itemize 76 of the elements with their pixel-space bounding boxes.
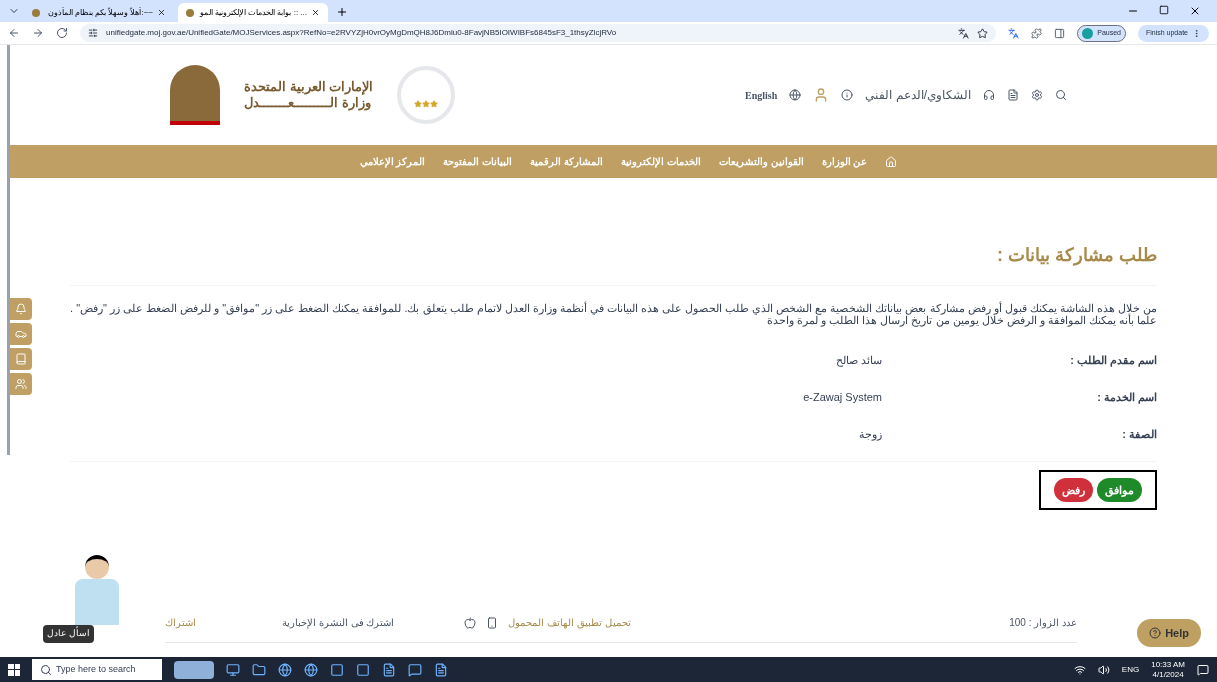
headset-icon[interactable]	[983, 89, 995, 101]
description-text: من خلال هذه الشاشة يمكنك قبول أو رفض مشاركة بعض بياناتك الشخصية مع الشخص الذي طلب الحصول على هذه البيانات في أنظمة وزارة العدل لاتمام طلب يتعلق بك. للموافقة يمكنك الضغط على زر "موافق" و للرفض الضغط على زر "رفض" . علما بأنه يمكنك الموافقة و الرفض خلال يومين من تاريخ ارسال هذا الطلب و لمرة واحدة	[70, 302, 1157, 326]
clock-date[interactable]: 4/1/2024	[1152, 669, 1184, 680]
award-logo-drawing	[397, 66, 456, 124]
forward-icon[interactable]	[32, 27, 44, 39]
field-value: زوجة	[859, 427, 882, 443]
translate-icon[interactable]	[958, 27, 970, 39]
field-label: اسم الخدمة :	[1096, 390, 1157, 406]
apple-icon[interactable]	[464, 616, 477, 629]
help-button[interactable]: Help	[1137, 619, 1201, 647]
taskbar-app-icon[interactable]	[408, 662, 422, 677]
book-icon	[15, 353, 27, 365]
extensions-icon[interactable]	[1031, 27, 1043, 39]
volume-icon[interactable]	[1097, 663, 1110, 676]
visitor-count: عدد الزوار : 100	[1009, 616, 1077, 630]
logo-text: الإمارات العربية المتحدة	[244, 78, 374, 95]
restore-icon[interactable]	[1159, 5, 1169, 15]
site-favicon-icon	[32, 8, 40, 17]
taskbar-app-icon[interactable]	[252, 662, 266, 677]
search-icon	[40, 663, 52, 676]
browser-tab[interactable]: ~~:أهلاً وسهلاً بكم بنظام المأذون	[24, 3, 174, 22]
bell-icon	[15, 303, 27, 315]
reject-button[interactable]: رفض	[1054, 478, 1093, 502]
site-favicon-icon	[186, 8, 194, 17]
taskbar-search-field[interactable]: Type here to search	[32, 659, 162, 680]
field-value: سائد صالح	[835, 353, 882, 369]
input-language[interactable]: ENG	[1121, 663, 1140, 676]
settings-icon[interactable]	[1031, 89, 1043, 101]
taskbar-app-icon[interactable]	[434, 662, 448, 677]
field-label: اسم مقدم الطلب :	[1069, 353, 1157, 369]
new-tab-icon[interactable]	[336, 6, 348, 18]
close-icon[interactable]	[311, 8, 320, 17]
back-icon[interactable]	[8, 27, 20, 39]
assistant-label[interactable]: اسأل عادل	[43, 625, 94, 643]
reload-icon[interactable]	[56, 27, 68, 39]
close-icon[interactable]	[1189, 5, 1201, 17]
search-icon[interactable]	[1055, 89, 1067, 101]
menu-icon	[1192, 28, 1201, 38]
clock-time[interactable]: 10:33 AM	[1151, 659, 1185, 670]
taskbar-app-icon[interactable]	[330, 662, 344, 677]
taskbar-app-icon[interactable]	[382, 662, 396, 677]
people-icon	[15, 378, 27, 390]
field-value: e-Zawaj System	[803, 390, 882, 406]
accept-button[interactable]: موافق	[1097, 478, 1142, 502]
search-placeholder: Type here to search	[56, 662, 136, 676]
support-link[interactable]: الشكاوي/الدعم الفني	[865, 86, 971, 104]
address-field[interactable]: unifiedgate.moj.gov.ae/UnifiedGate/MOJServices.aspx?RefNo=e2RVYZjH0vrOyMgDmQH8J6Dmlu0-8FavjNB5IOIWIBFs6845sF3_1thsyZlcjRVo	[80, 24, 997, 42]
site-settings-icon[interactable]	[88, 28, 98, 38]
network-icon[interactable]	[1073, 663, 1086, 676]
info-icon[interactable]	[841, 89, 854, 101]
taskbar-app-icon[interactable]	[278, 662, 292, 677]
browser-tab[interactable]: ... :: بوابة الخدمات الإلكترونية المو	[178, 3, 328, 22]
tab-title: ... :: بوابة الخدمات الإلكترونية المو	[198, 6, 307, 19]
close-icon[interactable]	[157, 8, 166, 17]
tab-title: ~~:أهلاً وسهلاً بكم بنظام المأذون	[46, 6, 153, 19]
car-icon	[15, 328, 27, 340]
taskbar-app-icon[interactable]	[304, 662, 318, 677]
side-panel-icon[interactable]	[1054, 27, 1066, 39]
page-title: طلب مشاركة بيانات :	[70, 242, 1157, 286]
extension-icon[interactable]	[1008, 27, 1020, 39]
taskbar-app-icon[interactable]	[356, 662, 370, 677]
notifications-icon[interactable]	[1197, 663, 1209, 676]
windows-start-icon[interactable]	[8, 663, 20, 676]
bookmark-icon[interactable]	[977, 27, 989, 39]
language-link[interactable]: English	[745, 87, 778, 103]
field-label: الصفة :	[1121, 427, 1157, 443]
url-text: unifiedgate.moj.gov.ae/UnifiedGate/MOJServices.aspx?RefNo=e2RVYZjH0vrOyMgDmQH8J6Dmlu0-8FavjNB5IOIWIBFs6845sF3_1thsyZlcjRVo	[106, 27, 618, 39]
app-download-text: تحميل تطبيق الهاتف المحمول	[508, 616, 631, 630]
document-icon[interactable]	[1007, 89, 1019, 101]
logo-text: وزارة الـــــــــعـــــــدل	[244, 95, 371, 112]
globe-icon[interactable]	[789, 89, 802, 101]
avatar-icon	[1082, 27, 1094, 39]
taskbar-app-icon[interactable]	[226, 662, 240, 677]
newsletter-text: اشترك فى النشرة الإخبارية	[282, 616, 395, 630]
subscribe-link[interactable]: اشتراك	[165, 615, 196, 630]
help-icon	[1149, 627, 1162, 639]
